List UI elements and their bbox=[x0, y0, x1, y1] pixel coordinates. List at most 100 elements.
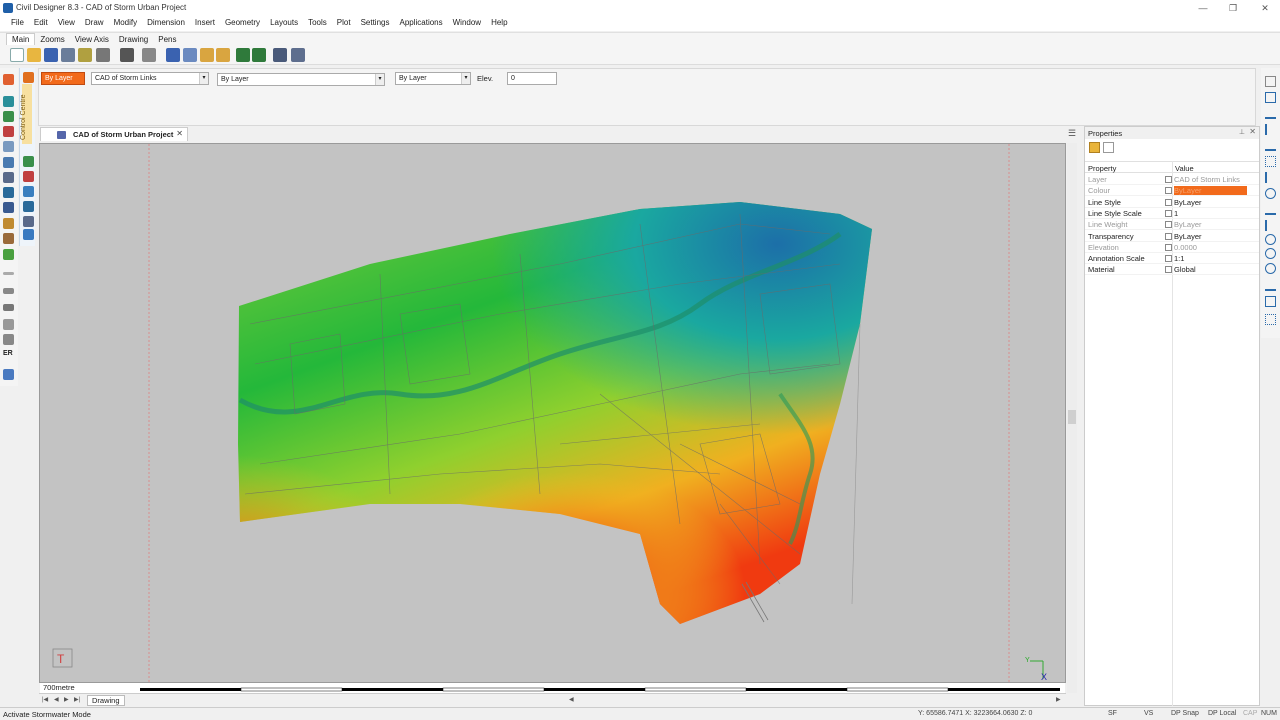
grid-snap-icon[interactable] bbox=[1265, 156, 1276, 167]
stretch-icon[interactable] bbox=[1265, 280, 1276, 291]
tab-view-axis[interactable]: View Axis bbox=[70, 34, 114, 45]
offset-icon[interactable] bbox=[1265, 220, 1276, 231]
scale-icon[interactable] bbox=[1265, 263, 1276, 274]
menu-file[interactable]: File bbox=[6, 16, 29, 29]
menu-help[interactable]: Help bbox=[486, 16, 512, 29]
chevron-down-icon[interactable]: ▾ bbox=[461, 73, 470, 84]
property-row[interactable]: Annotation Scale 1:1 bbox=[1085, 253, 1259, 265]
property-value[interactable]: Global bbox=[1174, 265, 1196, 274]
property-value[interactable]: ByLayer bbox=[1174, 220, 1202, 229]
label-icon[interactable] bbox=[3, 304, 14, 311]
view-icon[interactable] bbox=[1265, 76, 1276, 87]
save-all-icon[interactable] bbox=[61, 48, 75, 62]
triangle-icon[interactable] bbox=[3, 319, 14, 330]
last-tab-icon[interactable]: ▶| bbox=[74, 696, 80, 703]
restore-button[interactable]: ❐ bbox=[1226, 2, 1240, 14]
control-centre-icon[interactable] bbox=[23, 72, 34, 83]
minimize-button[interactable]: — bbox=[1196, 2, 1210, 14]
menu-edit[interactable]: Edit bbox=[29, 16, 53, 29]
elev-input[interactable]: 0 bbox=[507, 72, 557, 85]
settings-gear-icon[interactable] bbox=[120, 48, 134, 62]
survey-icon[interactable] bbox=[3, 141, 14, 152]
new-file-icon[interactable] bbox=[10, 48, 24, 62]
info-icon[interactable] bbox=[23, 229, 34, 240]
tab-main[interactable]: Main bbox=[6, 33, 36, 45]
first-tab-icon[interactable]: |◀ bbox=[42, 696, 48, 703]
menu-window[interactable]: Window bbox=[448, 16, 486, 29]
menu-plot[interactable]: Plot bbox=[332, 16, 356, 29]
property-value[interactable]: 0.0000 bbox=[1174, 243, 1197, 252]
property-value[interactable]: ByLayer bbox=[1174, 232, 1202, 241]
roads-icon[interactable] bbox=[3, 126, 14, 137]
property-value[interactable]: 1:1 bbox=[1174, 254, 1184, 263]
layout-icon[interactable] bbox=[3, 218, 14, 229]
tab-pens[interactable]: Pens bbox=[153, 34, 181, 45]
sewer-icon[interactable] bbox=[3, 96, 14, 107]
edit-icon[interactable] bbox=[3, 233, 14, 244]
property-row[interactable]: Line Style ByLayer bbox=[1085, 197, 1259, 208]
property-row[interactable]: Material Global bbox=[1085, 264, 1259, 276]
next-tab-icon[interactable]: ▶ bbox=[64, 696, 69, 703]
property-checkbox[interactable] bbox=[1165, 255, 1172, 263]
property-checkbox[interactable] bbox=[1165, 232, 1172, 240]
status-sf[interactable]: SF bbox=[1108, 710, 1117, 717]
circle-icon[interactable] bbox=[1265, 188, 1276, 199]
document-tab[interactable]: CAD of Storm Urban Project ✕ bbox=[40, 127, 188, 141]
lineweight-select[interactable]: By Layer ▾ bbox=[395, 72, 471, 85]
pipe-icon[interactable] bbox=[3, 172, 14, 183]
close-tab-icon[interactable]: ✕ bbox=[176, 129, 183, 138]
monitor-icon[interactable] bbox=[3, 369, 14, 380]
property-checkbox[interactable] bbox=[1165, 209, 1172, 217]
paste-icon[interactable] bbox=[200, 48, 214, 62]
sort-alpha-icon[interactable] bbox=[1103, 142, 1114, 153]
save-icon[interactable] bbox=[44, 48, 58, 62]
menu-view[interactable]: View bbox=[53, 16, 80, 29]
property-row[interactable]: Transparency ByLayer bbox=[1085, 231, 1259, 242]
network-icon[interactable] bbox=[3, 157, 14, 168]
property-checkbox[interactable] bbox=[1165, 187, 1172, 195]
status-vs[interactable]: VS bbox=[1144, 710, 1153, 717]
property-row[interactable]: Line Style Scale 1 bbox=[1085, 208, 1259, 219]
property-checkbox[interactable] bbox=[1165, 221, 1172, 229]
property-value[interactable]: ByLayer bbox=[1174, 198, 1202, 207]
menu-draw[interactable]: Draw bbox=[80, 16, 109, 29]
linestyle-select[interactable]: By Layer ▾ bbox=[217, 73, 385, 86]
point-icon[interactable] bbox=[3, 272, 14, 275]
pin-icon[interactable]: ⊥ bbox=[1239, 128, 1245, 136]
property-value[interactable]: CAD of Storm Links bbox=[1174, 175, 1240, 184]
export-icon[interactable] bbox=[78, 48, 92, 62]
close-window-button[interactable]: ✕ bbox=[1258, 2, 1272, 14]
vertical-scroll-thumb[interactable] bbox=[1068, 410, 1076, 424]
arc-icon[interactable] bbox=[1265, 234, 1276, 245]
property-value[interactable]: ByLayer bbox=[1174, 186, 1202, 195]
chevron-down-icon[interactable]: ▾ bbox=[375, 74, 384, 85]
property-row[interactable]: Colour ByLayer bbox=[1085, 185, 1259, 197]
layers-icon[interactable] bbox=[291, 48, 305, 62]
polyline-icon[interactable] bbox=[1265, 140, 1276, 151]
paste-special-icon[interactable] bbox=[216, 48, 230, 62]
cut-icon[interactable] bbox=[166, 48, 180, 62]
menu-geometry[interactable]: Geometry bbox=[220, 16, 265, 29]
drawing-canvas[interactable]: T X Y bbox=[39, 143, 1066, 683]
frame-icon[interactable] bbox=[1265, 92, 1276, 103]
copy-icon[interactable] bbox=[183, 48, 197, 62]
hatch-icon[interactable] bbox=[3, 334, 14, 345]
section-icon[interactable] bbox=[23, 171, 34, 182]
property-checkbox[interactable] bbox=[1165, 176, 1172, 183]
er-icon[interactable]: ER bbox=[3, 350, 14, 361]
undo-icon[interactable] bbox=[236, 48, 250, 62]
layer-select[interactable]: CAD of Storm Links ▾ bbox=[91, 72, 209, 85]
alignment-icon[interactable] bbox=[23, 201, 34, 212]
menu-insert[interactable]: Insert bbox=[190, 16, 220, 29]
menu-applications[interactable]: Applications bbox=[394, 16, 447, 29]
menu-modify[interactable]: Modify bbox=[109, 16, 143, 29]
prev-tab-icon[interactable]: ◀ bbox=[54, 696, 59, 703]
extend-icon[interactable] bbox=[1265, 172, 1276, 183]
menu-tools[interactable]: Tools bbox=[303, 16, 332, 29]
property-checkbox[interactable] bbox=[1165, 243, 1172, 251]
terrain-icon[interactable] bbox=[3, 111, 14, 122]
status-dp-local[interactable]: DP Local bbox=[1208, 710, 1236, 717]
chevron-down-icon[interactable]: ▾ bbox=[199, 73, 208, 84]
report-icon[interactable] bbox=[23, 216, 34, 227]
scroll-left-icon[interactable]: ◀ bbox=[569, 696, 574, 703]
